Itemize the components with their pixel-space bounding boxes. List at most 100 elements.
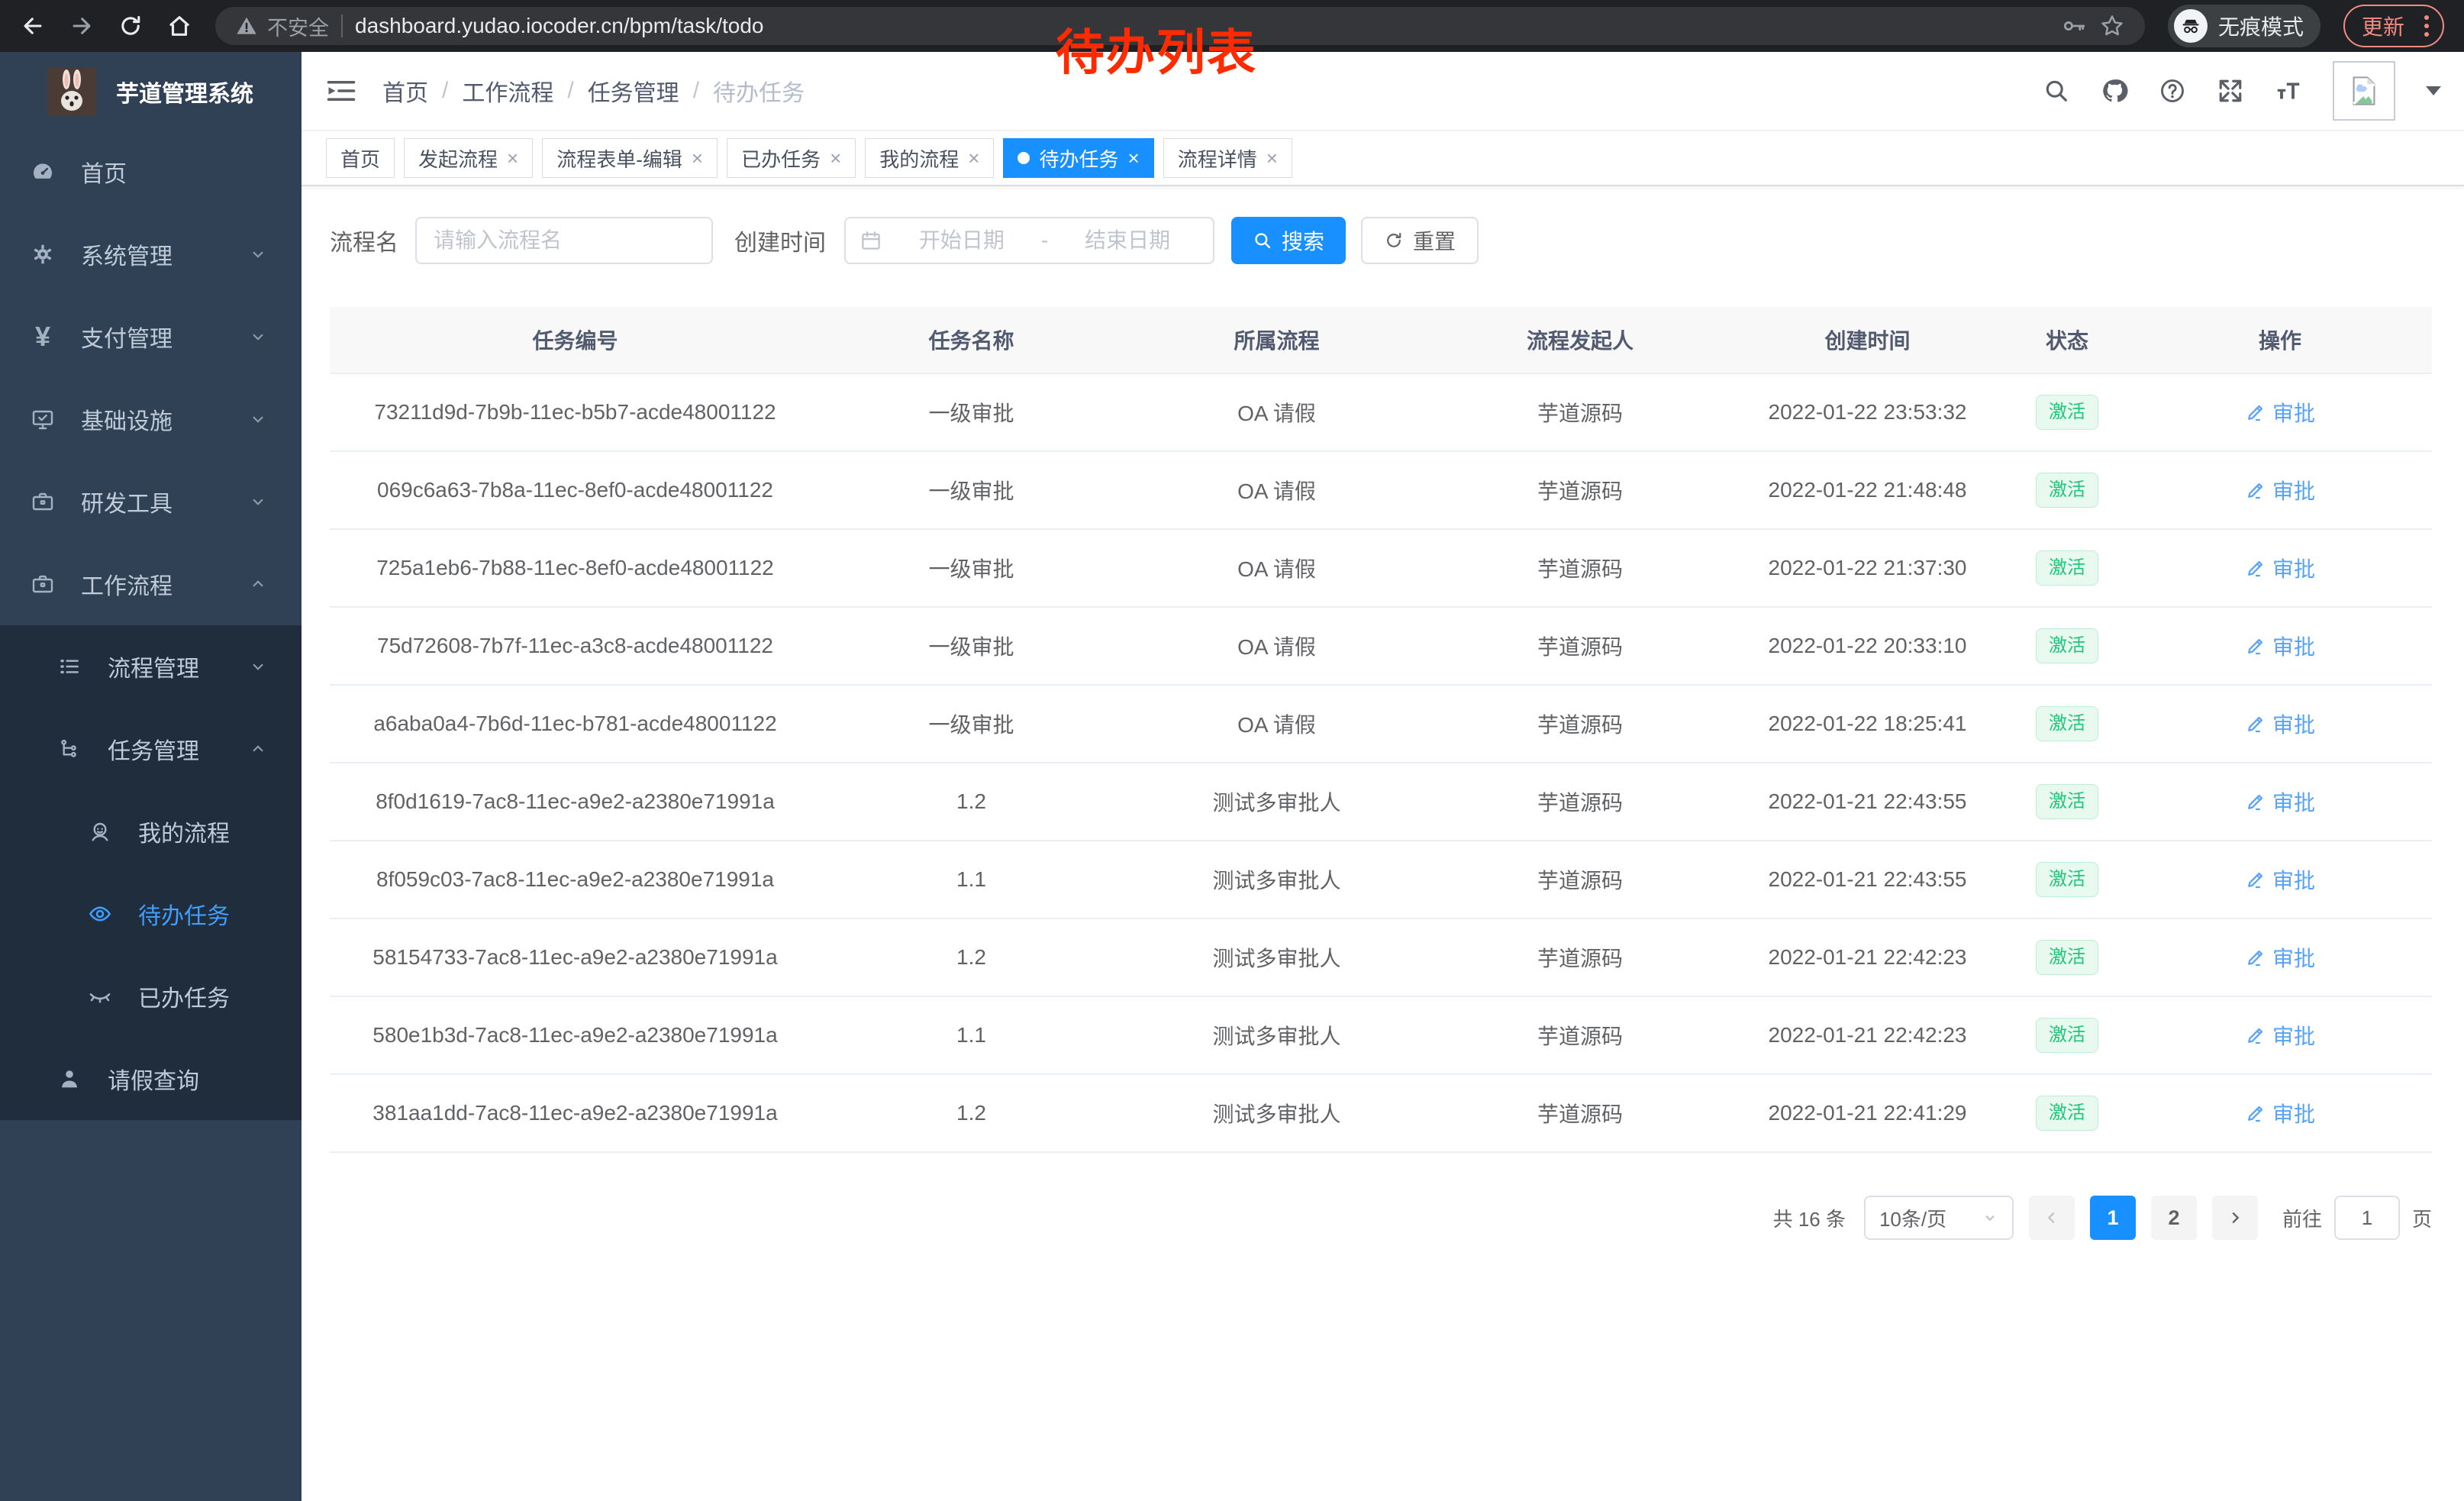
approve-link[interactable]: 审批 [2245, 631, 2315, 661]
tab-my-process[interactable]: 我的流程× [865, 138, 994, 178]
tab-process-detail[interactable]: 流程详情× [1163, 138, 1292, 178]
avatar-dropdown-caret-icon[interactable] [2426, 86, 2441, 95]
task-created-time: 2022-01-21 22:43:55 [1769, 867, 1967, 891]
tab-close-icon[interactable]: × [1128, 148, 1140, 168]
approve-link[interactable]: 审批 [2245, 1020, 2315, 1051]
back-icon[interactable] [20, 13, 46, 39]
approve-link[interactable]: 审批 [2245, 709, 2315, 739]
url-text[interactable]: dashboard.yudao.iocoder.cn/bpm/task/todo [355, 14, 763, 38]
approve-link[interactable]: 审批 [2245, 397, 2315, 428]
approve-link[interactable]: 审批 [2245, 553, 2315, 583]
tab-close-icon[interactable]: × [830, 148, 841, 168]
sidebar-item-todo-tasks[interactable]: 待办任务 [0, 873, 302, 955]
table-row[interactable]: 725a1eb6-7b88-11ec-8ef0-acde48001122 一级审… [330, 529, 2432, 607]
goto-page-input[interactable] [2334, 1196, 2400, 1240]
reset-button[interactable]: 重置 [1361, 217, 1479, 264]
annotation-overlay: 待办列表 [1056, 14, 1257, 84]
key-icon[interactable] [2061, 13, 2087, 39]
sidebar-item-devtools[interactable]: 研发工具 [0, 460, 302, 543]
task-id: 381aa1dd-7ac8-11ec-a9e2-a2380e71991a [373, 1101, 777, 1125]
update-button[interactable]: 更新 [2343, 5, 2444, 47]
approve-link[interactable]: 审批 [2245, 864, 2315, 895]
collapse-sidebar-icon[interactable] [326, 77, 356, 105]
tab-done-tasks[interactable]: 已办任务× [727, 138, 856, 178]
reload-icon[interactable] [118, 13, 144, 39]
sidebar-item-payment[interactable]: ¥ 支付管理 [0, 295, 302, 378]
task-process: OA 请假 [1237, 713, 1316, 737]
sidebar-item-done-tasks[interactable]: 已办任务 [0, 955, 302, 1038]
table-row[interactable]: 381aa1dd-7ac8-11ec-a9e2-a2380e71991a 1.2… [330, 1074, 2432, 1152]
tab-form-edit[interactable]: 流程表单-编辑× [542, 138, 718, 178]
tab-close-icon[interactable]: × [1266, 148, 1278, 168]
status-badge: 激活 [2036, 473, 2098, 508]
breadcrumb-task-mgmt[interactable]: 任务管理 [588, 74, 679, 108]
breadcrumb-workflow[interactable]: 工作流程 [462, 74, 553, 108]
end-date-input[interactable] [1056, 228, 1199, 253]
main-area: 首页 / 工作流程 / 任务管理 / 待办任务 首页 发起流程× 流程表单-编辑… [302, 52, 2464, 1501]
process-name-input[interactable] [415, 217, 713, 264]
user-avatar[interactable] [2333, 61, 2395, 121]
table-row[interactable]: 580e1b3d-7ac8-11ec-a9e2-a2380e71991a 1.1… [330, 996, 2432, 1074]
col-status: 状态 [2006, 307, 2128, 373]
security-status[interactable]: 不安全 [235, 11, 329, 41]
fullscreen-icon[interactable] [2217, 77, 2244, 105]
table-row[interactable]: 75d72608-7b7f-11ec-a3c8-acde48001122 一级审… [330, 607, 2432, 685]
tab-close-icon[interactable]: × [968, 148, 979, 168]
sidebar-item-process-mgmt[interactable]: 流程管理 [0, 625, 302, 708]
task-starter: 芋道源码 [1537, 713, 1623, 737]
status-badge: 激活 [2036, 706, 2098, 741]
tab-close-icon[interactable]: × [507, 148, 518, 168]
table-row[interactable]: 58154733-7ac8-11ec-a9e2-a2380e71991a 1.2… [330, 918, 2432, 996]
tab-start-process[interactable]: 发起流程× [404, 138, 533, 178]
home-icon[interactable] [166, 13, 192, 39]
tab-home[interactable]: 首页 [326, 138, 395, 178]
sidebar-item-home[interactable]: 首页 [0, 131, 302, 213]
edit-pencil-icon [2245, 1102, 2266, 1124]
browser-menu-icon[interactable] [2418, 15, 2435, 37]
sidebar-item-workflow[interactable]: 工作流程 [0, 543, 302, 625]
sidebar-item-system[interactable]: 系统管理 [0, 213, 302, 295]
approve-link[interactable]: 审批 [2245, 1098, 2315, 1128]
app-logo-row[interactable]: 芋道管理系统 [0, 52, 302, 131]
table-row[interactable]: a6aba0a4-7b6d-11ec-b781-acde48001122 一级审… [330, 685, 2432, 763]
breadcrumb: 首页 / 工作流程 / 任务管理 / 待办任务 [382, 74, 805, 108]
sidebar-item-my-process[interactable]: 我的流程 [0, 790, 302, 873]
gear-icon [31, 242, 55, 266]
table-row[interactable]: 73211d9d-7b9b-11ec-b5b7-acde48001122 一级审… [330, 373, 2432, 451]
font-size-icon[interactable] [2275, 77, 2302, 105]
help-icon[interactable] [2159, 77, 2186, 105]
date-range-picker[interactable]: - [844, 217, 1214, 264]
search-icon[interactable] [2043, 77, 2070, 105]
forward-icon[interactable] [69, 13, 95, 39]
github-icon[interactable] [2101, 77, 2128, 105]
workflow-submenu: 流程管理 任务管理 我的流程 待办任务 已办任务 请假 [0, 625, 302, 1120]
page-button-2[interactable]: 2 [2151, 1196, 2197, 1240]
refresh-icon [1384, 231, 1404, 250]
divider [341, 15, 343, 37]
status-badge: 激活 [2036, 940, 2098, 975]
search-button[interactable]: 搜索 [1231, 217, 1346, 264]
next-page-button[interactable] [2212, 1196, 2258, 1240]
table-row[interactable]: 8f059c03-7ac8-11ec-a9e2-a2380e71991a 1.1… [330, 841, 2432, 918]
approve-link[interactable]: 审批 [2245, 475, 2315, 505]
sidebar-item-infra[interactable]: 基础设施 [0, 378, 302, 460]
task-starter: 芋道源码 [1537, 1102, 1623, 1126]
breadcrumb-home[interactable]: 首页 [382, 74, 428, 108]
page-button-1[interactable]: 1 [2090, 1196, 2136, 1240]
tab-todo-tasks[interactable]: 待办任务× [1003, 138, 1153, 178]
edit-pencil-icon [2245, 947, 2266, 968]
task-id: 58154733-7ac8-11ec-a9e2-a2380e71991a [373, 945, 777, 969]
tab-close-icon[interactable]: × [692, 148, 703, 168]
approve-link[interactable]: 审批 [2245, 786, 2315, 817]
table-row[interactable]: 069c6a63-7b8a-11ec-8ef0-acde48001122 一级审… [330, 451, 2432, 529]
bookmark-star-icon[interactable] [2099, 13, 2125, 39]
page-size-select[interactable]: 10条/页 [1864, 1196, 2014, 1240]
approve-link[interactable]: 审批 [2245, 942, 2315, 973]
sidebar-item-leave-query[interactable]: 请假查询 [0, 1038, 302, 1120]
prev-page-button[interactable] [2029, 1196, 2075, 1240]
table-row[interactable]: 8f0d1619-7ac8-11ec-a9e2-a2380e71991a 1.2… [330, 763, 2432, 841]
task-starter: 芋道源码 [1537, 947, 1623, 970]
start-date-input[interactable] [890, 228, 1034, 253]
sidebar-item-task-mgmt[interactable]: 任务管理 [0, 708, 302, 790]
task-starter: 芋道源码 [1537, 635, 1623, 659]
